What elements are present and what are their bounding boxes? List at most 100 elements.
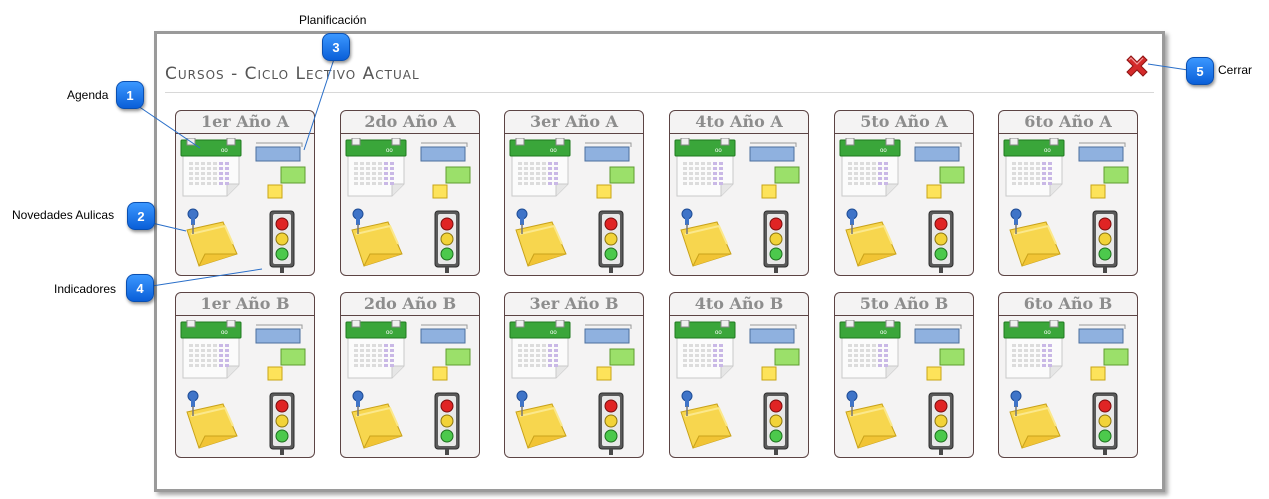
sticky-note-icon xyxy=(845,208,897,267)
course-card-5b: 5to Año B oo xyxy=(834,292,974,458)
indicators-button[interactable] xyxy=(761,392,791,461)
svg-text:oo: oo xyxy=(880,330,887,336)
sticky-note-icon xyxy=(680,208,732,267)
planning-button[interactable] xyxy=(1077,141,1131,204)
course-title: 4to Año B xyxy=(670,293,808,316)
course-card-1b: 1er Año B oo xyxy=(175,292,315,458)
indicators-button[interactable] xyxy=(432,392,462,461)
calendar-icon: oo xyxy=(1003,319,1065,379)
callout-label-novedades: Novedades Aulicas xyxy=(12,208,115,222)
traffic-light-icon xyxy=(928,210,954,273)
sticky-note-icon xyxy=(1009,390,1061,449)
indicators-button[interactable] xyxy=(596,392,626,461)
novedades-button[interactable] xyxy=(838,208,900,275)
novedades-button[interactable] xyxy=(508,208,570,275)
courses-window: Cursos - Ciclo Lectivo Actual 1er Año A … xyxy=(154,31,1165,492)
novedades-button[interactable] xyxy=(1002,390,1064,457)
agenda-button[interactable]: oo xyxy=(179,137,243,205)
novedades-button[interactable] xyxy=(673,390,735,457)
indicators-button[interactable] xyxy=(267,392,297,461)
indicators-button[interactable] xyxy=(1090,210,1120,279)
planning-icon xyxy=(914,324,965,381)
traffic-light-icon xyxy=(434,210,460,273)
svg-text:oo: oo xyxy=(715,148,722,154)
planning-button[interactable] xyxy=(419,141,473,204)
novedades-button[interactable] xyxy=(179,208,241,275)
sticky-note-icon xyxy=(351,390,403,449)
agenda-button[interactable]: oo xyxy=(838,319,902,387)
agenda-button[interactable]: oo xyxy=(344,137,408,205)
course-card-1a: 1er Año A oo xyxy=(175,110,315,276)
agenda-button[interactable]: oo xyxy=(508,137,572,205)
sticky-note-icon xyxy=(515,390,567,449)
callout-badge-1: 1 xyxy=(116,81,144,109)
sticky-note-icon xyxy=(1009,208,1061,267)
planning-icon xyxy=(749,324,800,381)
novedades-button[interactable] xyxy=(838,390,900,457)
novedades-button[interactable] xyxy=(673,208,735,275)
calendar-icon: oo xyxy=(345,137,407,197)
planning-icon xyxy=(420,324,471,381)
traffic-light-icon xyxy=(928,392,954,455)
planning-icon xyxy=(1078,324,1129,381)
course-card-4a: 4to Año A oo xyxy=(669,110,809,276)
planning-button[interactable] xyxy=(748,323,802,386)
planning-button[interactable] xyxy=(913,323,967,386)
agenda-button[interactable]: oo xyxy=(344,319,408,387)
sticky-note-icon xyxy=(680,390,732,449)
planning-button[interactable] xyxy=(748,141,802,204)
calendar-icon: oo xyxy=(674,137,736,197)
planning-icon xyxy=(255,324,306,381)
indicators-button[interactable] xyxy=(761,210,791,279)
planning-button[interactable] xyxy=(254,141,308,204)
planning-button[interactable] xyxy=(583,141,637,204)
svg-text:oo: oo xyxy=(1044,330,1051,336)
planning-button[interactable] xyxy=(1077,323,1131,386)
agenda-button[interactable]: oo xyxy=(673,319,737,387)
agenda-button[interactable]: oo xyxy=(508,319,572,387)
indicators-button[interactable] xyxy=(926,210,956,279)
calendar-icon: oo xyxy=(345,319,407,379)
svg-text:oo: oo xyxy=(550,148,557,154)
agenda-button[interactable]: oo xyxy=(1002,319,1066,387)
sticky-note-icon xyxy=(515,208,567,267)
callout-badge-2: 2 xyxy=(127,202,155,230)
course-title: 5to Año A xyxy=(835,111,973,134)
traffic-light-icon xyxy=(434,392,460,455)
svg-text:oo: oo xyxy=(221,330,228,336)
indicators-button[interactable] xyxy=(1090,392,1120,461)
novedades-button[interactable] xyxy=(344,208,406,275)
sticky-note-icon xyxy=(186,390,238,449)
novedades-button[interactable] xyxy=(508,390,570,457)
planning-button[interactable] xyxy=(583,323,637,386)
agenda-button[interactable]: oo xyxy=(1002,137,1066,205)
agenda-button[interactable]: oo xyxy=(673,137,737,205)
title-divider xyxy=(165,92,1154,93)
callout-label-agenda: Agenda xyxy=(67,88,109,102)
planning-icon xyxy=(914,142,965,199)
course-title: 6to Año A xyxy=(999,111,1137,134)
course-card-2a: 2do Año A oo xyxy=(340,110,480,276)
planning-icon xyxy=(584,324,635,381)
planning-button[interactable] xyxy=(419,323,473,386)
traffic-light-icon xyxy=(269,392,295,455)
calendar-icon: oo xyxy=(674,319,736,379)
agenda-button[interactable]: oo xyxy=(179,319,243,387)
close-button[interactable] xyxy=(1123,52,1151,80)
indicators-button[interactable] xyxy=(926,392,956,461)
agenda-button[interactable]: oo xyxy=(838,137,902,205)
planning-button[interactable] xyxy=(913,141,967,204)
calendar-icon: oo xyxy=(509,137,571,197)
indicators-button[interactable] xyxy=(267,210,297,279)
novedades-button[interactable] xyxy=(1002,208,1064,275)
course-title: 5to Año B xyxy=(835,293,973,316)
indicators-button[interactable] xyxy=(432,210,462,279)
indicators-button[interactable] xyxy=(596,210,626,279)
novedades-button[interactable] xyxy=(179,390,241,457)
planning-button[interactable] xyxy=(254,323,308,386)
calendar-icon: oo xyxy=(1003,137,1065,197)
novedades-button[interactable] xyxy=(344,390,406,457)
planning-icon xyxy=(584,142,635,199)
course-title: 2do Año A xyxy=(341,111,479,134)
traffic-light-icon xyxy=(1092,392,1118,455)
